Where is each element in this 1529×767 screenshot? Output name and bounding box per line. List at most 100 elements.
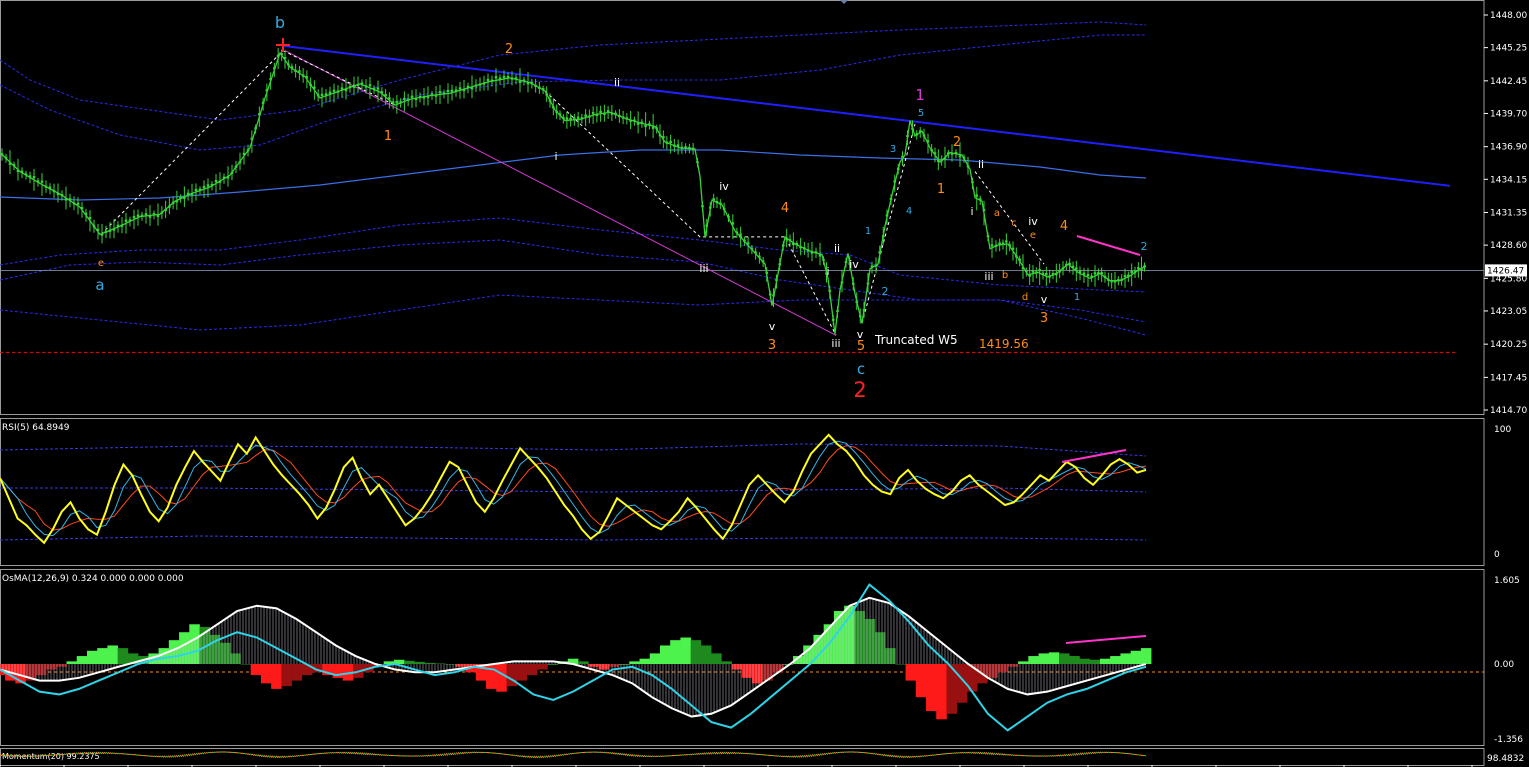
bottom-panel-line: [371, 753, 375, 756]
bottom-panel-line: [909, 755, 913, 759]
bottom-panel-line: [1065, 753, 1069, 757]
envelope-lower-outer: [0, 239, 1147, 323]
bottom-panel-line: [993, 752, 997, 756]
candle-body: [765, 271, 769, 274]
osma-bar: [526, 664, 538, 676]
candle-body: [947, 152, 950, 155]
envelope-upper-outer: [0, 21, 1147, 121]
bottom-panel-line: [963, 751, 967, 754]
bottom-panel-line: [625, 753, 629, 757]
candle-body: [430, 93, 434, 96]
bottom-panel-line: [109, 752, 113, 755]
bottom-panel-line: [809, 754, 813, 758]
bottom-panel-line: [375, 753, 379, 756]
wave-label: e: [98, 258, 104, 269]
bottom-panel-line: [981, 751, 985, 755]
candle-body: [348, 85, 352, 89]
bottom-panel-line: [553, 754, 557, 757]
candle-body: [160, 211, 164, 214]
osma-bar: [1089, 659, 1101, 664]
bottom-panel-line: [335, 751, 339, 754]
candle-body: [870, 265, 874, 268]
bottom-panel-line: [1071, 753, 1075, 756]
wave-label: 4: [1060, 219, 1068, 234]
candle-body: [344, 88, 348, 92]
candle-body: [1011, 247, 1015, 250]
bottom-panel-line: [1001, 753, 1005, 756]
osma-bar: [659, 645, 671, 664]
candle-body: [580, 117, 584, 120]
candle-body: [136, 214, 140, 217]
bottom-panel-line: [373, 753, 377, 756]
bottom-panel-line: [973, 751, 977, 754]
wave-label: i: [970, 205, 973, 218]
bottom-panel-line: [789, 755, 793, 758]
candle-body: [454, 89, 458, 92]
osma-bar: [926, 664, 937, 712]
bottom-panel-line: [1061, 754, 1065, 757]
osma-bar: [250, 664, 262, 676]
bottom-panel-line: [785, 755, 789, 758]
bottom-panel-line: [517, 754, 521, 757]
candle-body: [28, 175, 32, 178]
wave-label: 2: [1141, 240, 1148, 253]
candle-body: [788, 239, 792, 242]
osma-bar: [1130, 650, 1142, 664]
bottom-panel-line: [419, 755, 423, 757]
bottom-panel-line: [441, 753, 445, 757]
bottom-panel-line: [735, 752, 739, 755]
bottom-panel-line: [559, 754, 563, 757]
candle-body: [761, 260, 765, 263]
truncated-w5-annotation: Truncated W5: [874, 333, 958, 347]
candle-body: [116, 224, 120, 227]
candle-body: [1021, 267, 1025, 270]
candle-body: [206, 184, 210, 187]
bottom-panel-line: [101, 751, 105, 755]
candle-body: [962, 156, 966, 159]
bottom-panel-line: [969, 751, 973, 754]
bottom-panel-line: [447, 752, 451, 756]
bottom-panel-line: [807, 754, 811, 758]
bottom-panel-line: [367, 752, 371, 756]
candle-body: [120, 224, 124, 227]
candle-body: [862, 309, 866, 312]
candle-body: [901, 155, 904, 158]
candle-body: [290, 66, 294, 69]
candle-body: [1065, 263, 1068, 267]
bottom-panel-line: [629, 753, 633, 757]
candle-body: [388, 97, 391, 100]
bottom-panel-line: [883, 754, 887, 757]
bottom-panel-line: [893, 754, 897, 758]
candle-body: [269, 78, 272, 81]
candle-body: [588, 115, 591, 118]
candle-body: [198, 188, 202, 191]
trendline: [282, 44, 1451, 187]
candle-body: [889, 198, 893, 201]
bottom-panel-line: [341, 751, 345, 754]
bottom-panel-line: [619, 752, 623, 756]
candle-body: [446, 89, 450, 93]
candle-body: [283, 56, 287, 60]
bottom-panel-line: [111, 752, 115, 755]
candle-body: [584, 114, 587, 117]
bottom-panel-line: [793, 755, 797, 758]
bottom-panel-line: [777, 755, 781, 757]
candle-body: [20, 170, 24, 173]
bottom-panel-line: [971, 751, 975, 754]
bottom-panel-line: [639, 754, 643, 758]
bottom-panel-line: [621, 753, 625, 756]
candle-body: [80, 206, 84, 210]
bottom-panel-line: [255, 754, 259, 757]
bottom-panel-line: [181, 754, 185, 757]
osma-bar: [1110, 656, 1121, 664]
osma-bar: [987, 664, 998, 678]
candle-body: [1025, 270, 1028, 273]
osma-bar: [56, 664, 67, 667]
osma-bar: [1079, 658, 1091, 664]
wave-label: 1: [937, 182, 945, 197]
bottom-panel-line: [191, 753, 195, 756]
candle-body: [831, 318, 835, 321]
bottom-panel-line: [877, 753, 881, 756]
bottom-panel-line: [1075, 752, 1079, 756]
wave-label: 4: [781, 201, 789, 216]
